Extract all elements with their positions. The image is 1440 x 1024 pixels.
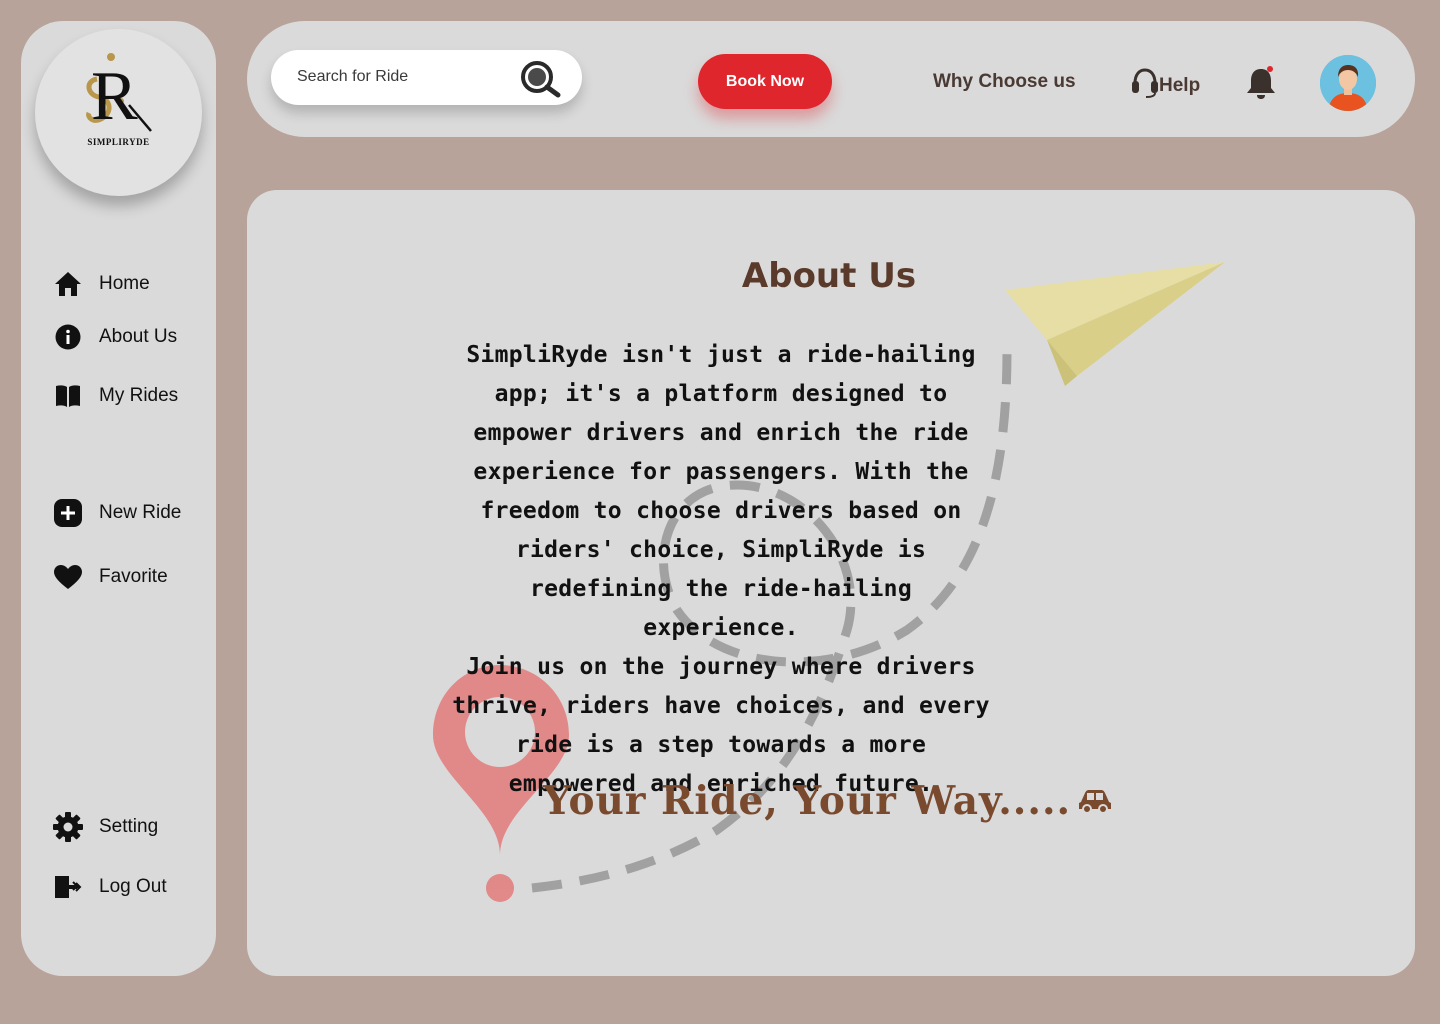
sidebar: R SIMPLIRYDE Home About Us My Rides New …	[21, 21, 216, 976]
page-title: About Us	[741, 256, 917, 296]
about-panel: About Us SimpliRyde isn't just a ride-ha…	[247, 190, 1415, 976]
gear-icon	[53, 812, 83, 842]
brand-name: SIMPLIRYDE	[87, 137, 150, 147]
help-link[interactable]: Help	[1131, 67, 1200, 105]
about-text: SimpliRyde isn't just a ride-hailing app…	[447, 336, 995, 804]
sidebar-item-label: New Ride	[99, 502, 182, 523]
tagline-text: Your Ride, Your Way.....	[543, 778, 1072, 824]
sidebar-item-about[interactable]: About Us	[53, 322, 177, 352]
bell-icon[interactable]	[1244, 65, 1278, 106]
heart-icon	[53, 562, 83, 592]
car-icon	[1077, 778, 1113, 824]
tagline: Your Ride, Your Way.....	[543, 778, 1113, 824]
book-now-button[interactable]: Book Now	[698, 54, 832, 109]
sidebar-item-favorite[interactable]: Favorite	[53, 562, 168, 592]
logo-mark-icon: R	[86, 53, 152, 135]
sidebar-item-label: About Us	[99, 326, 178, 347]
home-icon	[53, 269, 83, 299]
logout-icon	[53, 872, 83, 902]
sidebar-item-label: Favorite	[99, 566, 168, 587]
search-input[interactable]	[297, 65, 507, 89]
sidebar-item-label: My Rides	[99, 385, 179, 406]
book-icon	[53, 381, 83, 411]
sidebar-item-my-rides[interactable]: My Rides	[53, 381, 178, 411]
search-box	[271, 50, 582, 105]
sidebar-item-home[interactable]: Home	[53, 269, 150, 299]
headset-icon	[1131, 67, 1159, 105]
sidebar-item-setting[interactable]: Setting	[53, 812, 158, 842]
sidebar-item-logout[interactable]: Log Out	[53, 872, 167, 902]
svg-text:R: R	[91, 58, 138, 135]
why-choose-us-link[interactable]: Why Choose us	[933, 71, 1076, 93]
search-icon[interactable]	[520, 60, 562, 103]
sidebar-item-label: Setting	[99, 816, 159, 837]
sidebar-item-new-ride[interactable]: New Ride	[53, 498, 181, 528]
help-label: Help	[1159, 75, 1201, 96]
logo[interactable]: R SIMPLIRYDE	[35, 29, 202, 196]
top-bar: Book Now Why Choose us Help	[247, 21, 1415, 137]
info-icon	[53, 322, 83, 352]
about-paragraph-1: SimpliRyde isn't just a ride-hailing app…	[466, 342, 976, 641]
avatar[interactable]	[1320, 55, 1376, 111]
sidebar-item-label: Home	[99, 273, 150, 294]
plus-icon	[53, 498, 83, 528]
sidebar-item-label: Log Out	[99, 876, 167, 897]
user-photo-icon	[1320, 55, 1376, 111]
